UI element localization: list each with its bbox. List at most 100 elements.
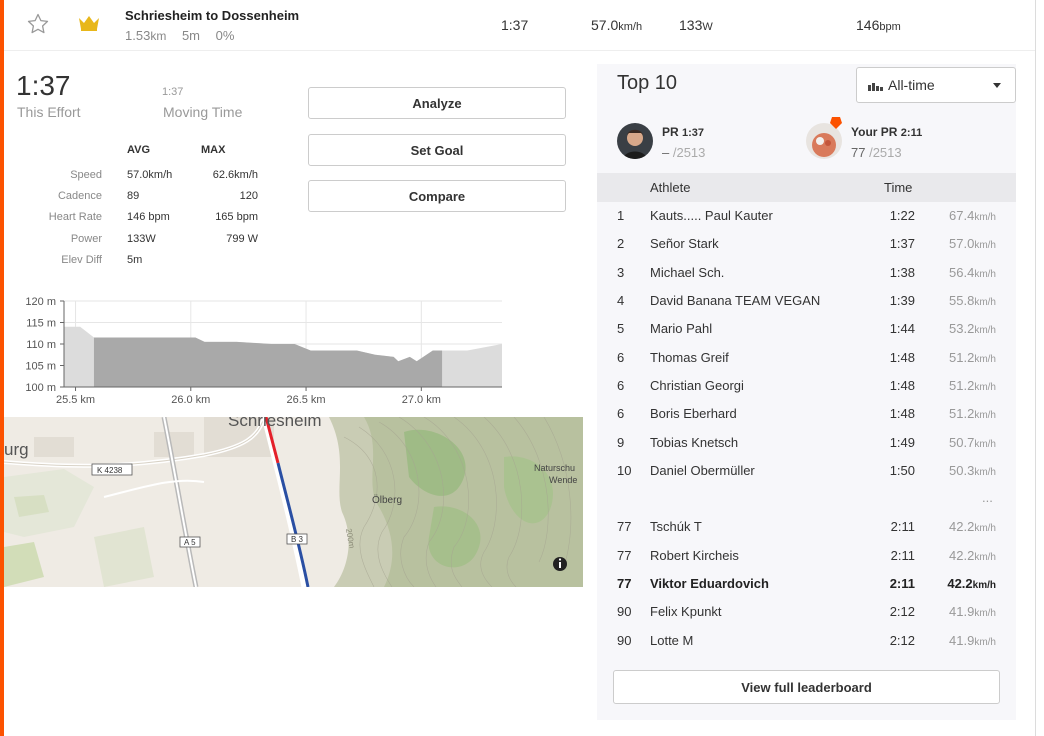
segment-row[interactable]: Schriesheim to Dossenheim 1.53km 5m 0% 1… <box>4 0 1035 51</box>
row-athlete-link[interactable]: Christian Georgi <box>650 378 744 393</box>
your-pr-time: 2:11 <box>900 127 923 139</box>
moving-time-label: Moving Time <box>163 104 243 120</box>
row-rank: 77 <box>617 519 632 534</box>
row-rank: 77 <box>617 576 632 591</box>
stat-avg: 5m <box>127 254 143 266</box>
column-time[interactable]: Time <box>884 180 912 195</box>
row-athlete-link[interactable]: Felix Kpunkt <box>650 604 722 619</box>
row-rank: 9 <box>617 435 625 450</box>
row-speed-unit: km/h <box>974 297 996 308</box>
row-speed-unit: km/h <box>974 467 996 478</box>
row-speed: 53.2km/h <box>917 321 996 336</box>
row-athlete-link[interactable]: Boris Eberhard <box>650 406 737 421</box>
row-time-link[interactable]: 1:48 <box>867 406 915 421</box>
row-rank: 77 <box>617 548 632 563</box>
row-time-link[interactable]: 1:48 <box>867 378 915 393</box>
view-full-leaderboard-button[interactable]: View full leaderboard <box>613 670 1000 704</box>
table-row[interactable]: 3 Michael Sch. 1:38 56.4km/h <box>597 259 1016 287</box>
segment-name[interactable]: Schriesheim to Dossenheim <box>125 8 299 23</box>
row-athlete-link[interactable]: Mario Pahl <box>650 321 712 336</box>
row-time-link[interactable]: 2:12 <box>867 604 915 619</box>
x-tick-label: 25.5 km <box>56 394 95 406</box>
effort-time-label: This Effort <box>17 104 81 120</box>
table-row[interactable]: 6 Thomas Greif 1:48 51.2km/h <box>597 344 1016 372</box>
stats-header-avg: AVG <box>127 144 151 156</box>
row-time-link[interactable]: 2:11 <box>867 548 915 563</box>
map-label-nature1: Naturschu <box>534 463 575 473</box>
row-time-link[interactable]: 1:38 <box>867 265 915 280</box>
table-row[interactable]: 2 Señor Stark 1:37 57.0km/h <box>597 230 1016 258</box>
row-time-link[interactable]: 1:39 <box>867 293 915 308</box>
row-athlete-link[interactable]: Señor Stark <box>650 236 719 251</box>
table-row[interactable]: 6 Boris Eberhard 1:48 51.2km/h <box>597 400 1016 428</box>
row-speed: 57.0km/h <box>917 236 996 251</box>
column-athlete[interactable]: Athlete <box>650 180 690 195</box>
row-time-link[interactable]: 1:44 <box>867 321 915 336</box>
table-row[interactable]: 10 Daniel Obermüller 1:50 50.3km/h <box>597 457 1016 485</box>
row-time-link[interactable]: 2:11 <box>867 576 915 591</box>
segment-map[interactable]: Schriesheim urg K 4238 A 5 B 3 Ölberg Na… <box>4 417 583 587</box>
info-icon[interactable] <box>553 557 567 571</box>
row-time-link[interactable]: 1:49 <box>867 435 915 450</box>
map-canvas[interactable]: Schriesheim urg K 4238 A 5 B 3 Ölberg Na… <box>4 417 583 587</box>
row-athlete-link[interactable]: Robert Kircheis <box>650 548 739 563</box>
leaderboard-filter-select[interactable]: All-time <box>856 67 1016 103</box>
pr-holder-avatar[interactable] <box>617 123 653 159</box>
table-row[interactable]: 77 Tschúk T 2:11 42.2km/h <box>597 513 1016 541</box>
star-icon[interactable] <box>26 12 50 36</box>
stat-label: Heart Rate <box>48 211 102 223</box>
set-goal-button[interactable]: Set Goal <box>308 134 566 166</box>
map-label-left: urg <box>4 440 29 459</box>
segment-elev: 5m <box>181 28 200 43</box>
segment-speed: 57.0km/h <box>591 17 642 33</box>
row-athlete-link[interactable]: Kauts..... Paul Kauter <box>650 208 773 223</box>
row-athlete-link[interactable]: Thomas Greif <box>650 350 729 365</box>
row-athlete-link[interactable]: Tobias Knetsch <box>650 435 738 450</box>
row-time-link[interactable]: 2:12 <box>867 633 915 648</box>
leaderboard-title: Top 10 <box>617 72 678 94</box>
table-row[interactable]: 6 Christian Georgi 1:48 51.2km/h <box>597 372 1016 400</box>
y-tick-label: 110 m <box>26 339 56 351</box>
row-athlete-link[interactable]: Michael Sch. <box>650 265 724 280</box>
leaderboard-ellipsis: ... <box>982 490 993 505</box>
row-rank: 3 <box>617 265 625 280</box>
row-athlete-link[interactable]: Daniel Obermüller <box>650 463 755 478</box>
row-time-link[interactable]: 1:22 <box>867 208 915 223</box>
pr-time: 1:37 <box>682 127 705 139</box>
map-road-b3: B 3 <box>291 535 304 544</box>
effort-time: 1:37 <box>16 70 71 101</box>
row-speed-value: 53.2 <box>949 321 975 336</box>
table-row[interactable]: 90 Felix Kpunkt 2:12 41.9km/h <box>597 598 1016 626</box>
elevation-chart[interactable]: 120 m 115 m 110 m 105 m 100 m25.5 km 26.0 km 2… <box>0 292 510 412</box>
segment-hr-unit: bpm <box>879 21 901 33</box>
stat-label: Elev Diff <box>61 254 102 266</box>
chevron-down-icon <box>993 83 1001 88</box>
row-time-link[interactable]: 1:37 <box>867 236 915 251</box>
table-row[interactable]: 5 Mario Pahl 1:44 53.2km/h <box>597 315 1016 343</box>
table-row[interactable]: 9 Tobias Knetsch 1:49 50.7km/h <box>597 429 1016 457</box>
table-row[interactable]: 1 Kauts..... Paul Kauter 1:22 67.4km/h <box>597 202 1016 230</box>
row-speed-value: 57.0 <box>949 236 975 251</box>
your-pr-rank: 77 /2513 <box>851 145 902 160</box>
analyze-button[interactable]: Analyze <box>308 87 566 119</box>
row-athlete-link[interactable]: Tschúk T <box>650 519 702 534</box>
row-time-link[interactable]: 2:11 <box>867 519 915 534</box>
table-row-current-athlete[interactable]: 77 Viktor Eduardovich 2:11 42.2km/h <box>597 570 1016 598</box>
row-speed-value: 42.2 <box>949 519 975 534</box>
row-speed: 41.9km/h <box>917 604 996 619</box>
row-athlete-link[interactable]: Lotte M <box>650 633 693 648</box>
row-rank: 2 <box>617 236 625 251</box>
table-row[interactable]: 4 David Banana TEAM VEGAN 1:39 55.8km/h <box>597 287 1016 315</box>
segment-speed-value: 57.0 <box>591 17 619 33</box>
row-athlete-link[interactable]: Viktor Eduardovich <box>650 576 769 591</box>
segment-meta: 1.53km 5m 0% <box>125 28 234 43</box>
row-athlete-link[interactable]: David Banana TEAM VEGAN <box>650 293 820 308</box>
compare-button[interactable]: Compare <box>308 180 566 212</box>
row-time-link[interactable]: 1:50 <box>867 463 915 478</box>
table-row[interactable]: 90 Lotte M 2:12 41.9km/h <box>597 627 1016 655</box>
row-time-link[interactable]: 1:48 <box>867 350 915 365</box>
stat-max: 120 <box>239 190 258 202</box>
row-speed: 50.7km/h <box>917 435 996 450</box>
row-rank: 1 <box>617 208 625 223</box>
table-row[interactable]: 77 Robert Kircheis 2:11 42.2km/h <box>597 542 1016 570</box>
